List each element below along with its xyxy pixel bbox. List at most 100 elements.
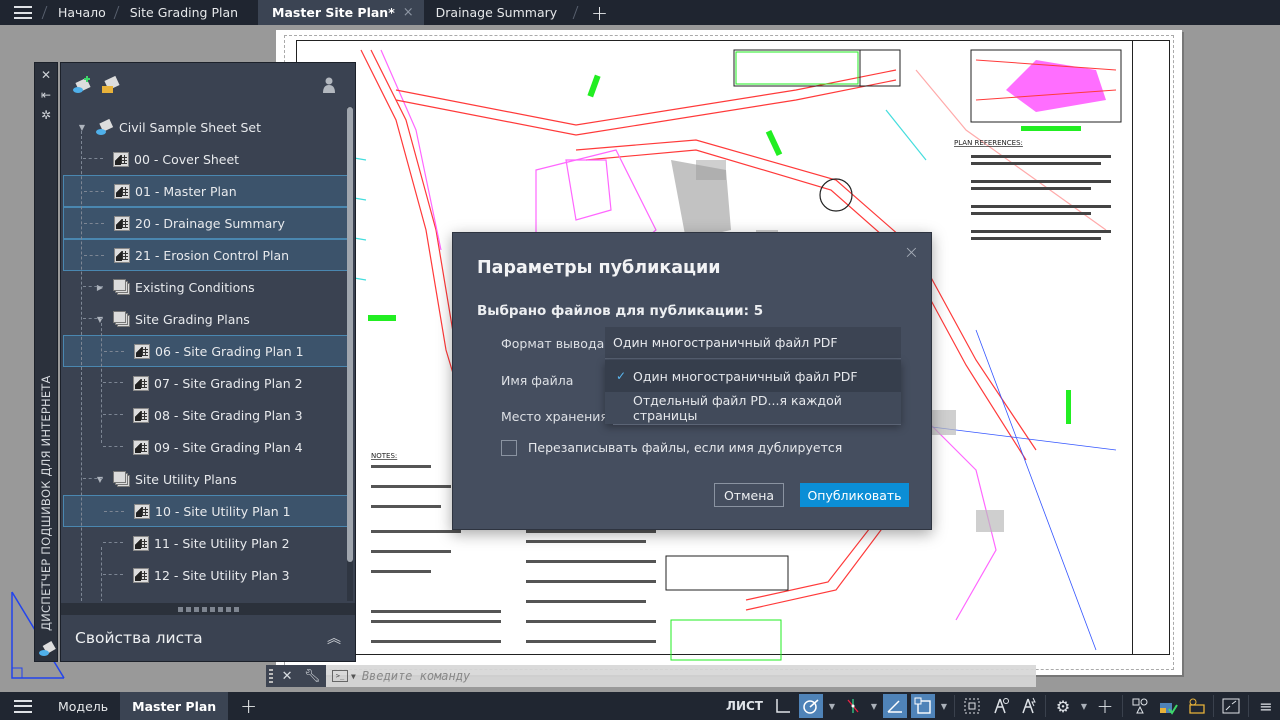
- workspace-gear-icon[interactable]: ⚙: [1051, 694, 1075, 718]
- command-input[interactable]: >_ ▼ Введите команду: [326, 665, 1036, 687]
- close-tab-icon[interactable]: ×: [403, 5, 414, 20]
- clean-screen-icon[interactable]: [1184, 694, 1208, 718]
- close-command-line-icon[interactable]: ✕: [282, 669, 293, 684]
- sheet-properties-header[interactable]: Свойства листа ︽: [61, 615, 355, 661]
- expand-caret-right-icon[interactable]: ▶: [95, 283, 105, 292]
- hamburger-menu-icon: [14, 6, 32, 19]
- tree-connector: [83, 318, 103, 319]
- paper-space-toggle[interactable]: ЛИСТ: [722, 694, 767, 718]
- new-layout-button[interactable]: +: [228, 692, 269, 720]
- format-option-separate-pdf[interactable]: Отдельный файл PD...я каждой страницы: [605, 392, 901, 424]
- sheet-item[interactable]: 08 - Site Grading Plan 3: [63, 399, 349, 431]
- new-sheet-set-icon[interactable]: [71, 73, 95, 97]
- pin-icon[interactable]: ⇤: [35, 85, 57, 105]
- sheet-item[interactable]: 12 - Site Utility Plan 3: [63, 559, 349, 591]
- plus-icon[interactable]: +: [1093, 694, 1117, 718]
- tree-guide-line: [101, 323, 102, 443]
- overwrite-checkbox[interactable]: [501, 440, 517, 456]
- sheet-item[interactable]: 20 - Drainage Summary: [63, 207, 349, 239]
- hardware-accel-icon[interactable]: [1156, 694, 1180, 718]
- osnap-tracking-icon[interactable]: [841, 694, 865, 718]
- open-sheet-set-icon[interactable]: [99, 73, 123, 97]
- tree-item-label: Civil Sample Sheet Set: [119, 119, 261, 135]
- command-line: ✕ 🔧︎ >_ ▼ Введите команду: [266, 665, 1036, 687]
- customize-wrench-icon[interactable]: 🔧︎: [304, 669, 321, 684]
- auto-scale-icon[interactable]: [988, 694, 1012, 718]
- subset-item[interactable]: ▶ Existing Conditions: [63, 271, 349, 303]
- sheet-item[interactable]: 21 - Erosion Control Plan: [63, 239, 349, 271]
- subset-item[interactable]: ▼ Site Utility Plans: [63, 463, 349, 495]
- tab-start[interactable]: Начало: [46, 0, 118, 25]
- tab-drainage-summary[interactable]: Drainage Summary: [424, 0, 569, 25]
- sheet-item[interactable]: 09 - Site Grading Plan 4: [63, 431, 349, 463]
- sheet-item[interactable]: 07 - Site Grading Plan 2: [63, 367, 349, 399]
- tab-master-site-plan[interactable]: Master Site Plan* ×: [258, 0, 424, 25]
- sheet-item[interactable]: 01 - Master Plan: [63, 175, 349, 207]
- tree-item-label: 20 - Drainage Summary: [135, 215, 285, 231]
- polar-tracking-icon[interactable]: [799, 694, 823, 718]
- notes-heading: NOTES:: [371, 452, 397, 460]
- tab-master-plan-layout[interactable]: Master Plan: [120, 692, 229, 720]
- application-menu-button[interactable]: [0, 0, 46, 25]
- osnap-dropdown[interactable]: ▼: [869, 694, 879, 718]
- layout-menu-button[interactable]: [0, 692, 46, 720]
- format-option-single-pdf[interactable]: ✓ Один многостраничный файл PDF: [605, 360, 901, 392]
- expand-caret-down-icon[interactable]: ▼: [95, 475, 105, 484]
- chevron-double-up-icon[interactable]: ︽: [327, 628, 341, 648]
- tree-connector: [103, 382, 123, 383]
- sheet-item[interactable]: 06 - Site Grading Plan 1: [63, 335, 349, 367]
- sheet-set-root[interactable]: ▼ Civil Sample Sheet Set: [63, 111, 349, 143]
- sheet-item[interactable]: 10 - Site Utility Plan 1: [63, 495, 349, 527]
- sheet-set-manager-icon: [38, 641, 56, 657]
- sheet-item[interactable]: 11 - Site Utility Plan 2: [63, 527, 349, 559]
- close-dialog-icon[interactable]: ×: [904, 242, 919, 263]
- fullscreen-icon[interactable]: [1219, 694, 1243, 718]
- tab-model[interactable]: Модель: [46, 692, 120, 720]
- annotation-scale-icon[interactable]: [1016, 694, 1040, 718]
- recent-commands-dropdown-icon[interactable]: ▼: [351, 672, 356, 681]
- settings-icon[interactable]: ✲: [35, 105, 57, 125]
- tree-item-label: Site Grading Plans: [135, 311, 250, 327]
- scrollbar-thumb[interactable]: [347, 107, 353, 562]
- new-tab-button[interactable]: +: [577, 0, 622, 25]
- tree-connector: [103, 574, 123, 575]
- cancel-button[interactable]: Отмена: [714, 483, 784, 507]
- panel-splitter[interactable]: [61, 603, 355, 615]
- customization-icon[interactable]: ≡: [1254, 694, 1278, 718]
- sheet-item[interactable]: 00 - Cover Sheet: [63, 143, 349, 175]
- tree-connector: [83, 286, 103, 287]
- publish-button[interactable]: Опубликовать: [800, 483, 909, 507]
- tree-scrollbar[interactable]: [347, 107, 353, 601]
- subset-item[interactable]: ▼ Site Grading Plans: [63, 303, 349, 335]
- status-bar: ЛИСТ ▼ ▼ ▼ ⚙ ▼ + ≡: [720, 692, 1280, 720]
- annotation-visibility-icon[interactable]: [960, 694, 984, 718]
- plan-references-heading: PLAN REFERENCES:: [954, 139, 1023, 147]
- close-icon[interactable]: ✕: [35, 65, 57, 85]
- location-field[interactable]: [613, 424, 901, 425]
- ortho-icon[interactable]: [771, 694, 795, 718]
- sheet-set-manager-titlebar[interactable]: ✕ ⇤ ✲ ДИСПЕТЧЕР ПОДШИВОК ДЛЯ ИНТЕРНЕТА: [34, 62, 58, 662]
- tree-connector: [84, 255, 104, 256]
- output-format-select[interactable]: Один многостраничный файл PDF: [605, 327, 901, 359]
- selection-dropdown[interactable]: ▼: [939, 694, 949, 718]
- drag-handle[interactable]: [266, 665, 276, 687]
- tab-site-grading-plan[interactable]: Site Grading Plan: [118, 0, 250, 25]
- tree-connector: [103, 542, 123, 543]
- sheet-icon: [133, 407, 149, 423]
- expand-caret-down-icon[interactable]: ▼: [77, 123, 87, 132]
- dynamic-input-icon[interactable]: [883, 694, 907, 718]
- isolate-objects-icon[interactable]: [1128, 694, 1152, 718]
- selection-cycling-icon[interactable]: [911, 694, 935, 718]
- plus-icon: +: [240, 694, 257, 718]
- sheet-icon: [133, 535, 149, 551]
- command-prompt-icon[interactable]: >_: [332, 670, 348, 682]
- expand-caret-down-icon[interactable]: ▼: [95, 315, 105, 324]
- user-icon[interactable]: [317, 73, 341, 97]
- file-tab-bar: Начало Site Grading Plan Master Site Pla…: [0, 0, 1280, 25]
- tree-connector: [104, 351, 124, 352]
- sheet-icon: [134, 343, 150, 359]
- workspace-dropdown[interactable]: ▼: [1079, 694, 1089, 718]
- polar-dropdown[interactable]: ▼: [827, 694, 837, 718]
- location-label: Место хранения: [501, 409, 608, 424]
- sheet-icon: [114, 215, 130, 231]
